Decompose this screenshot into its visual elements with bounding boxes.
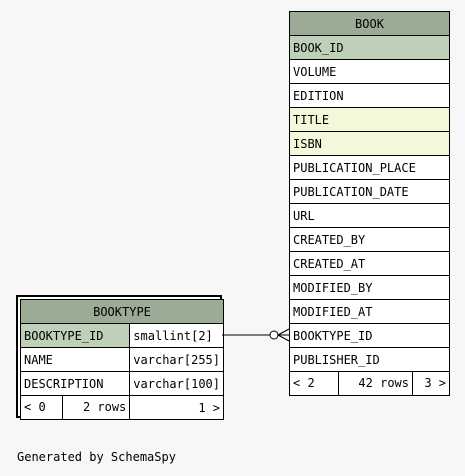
optional-circle-icon	[269, 330, 279, 340]
crowfoot-upper-icon	[277, 328, 290, 336]
generated-by-label: Generated by SchemaSpy	[17, 450, 176, 464]
crowfoot-lower-icon	[277, 334, 290, 342]
relationship-connector	[222, 328, 290, 342]
